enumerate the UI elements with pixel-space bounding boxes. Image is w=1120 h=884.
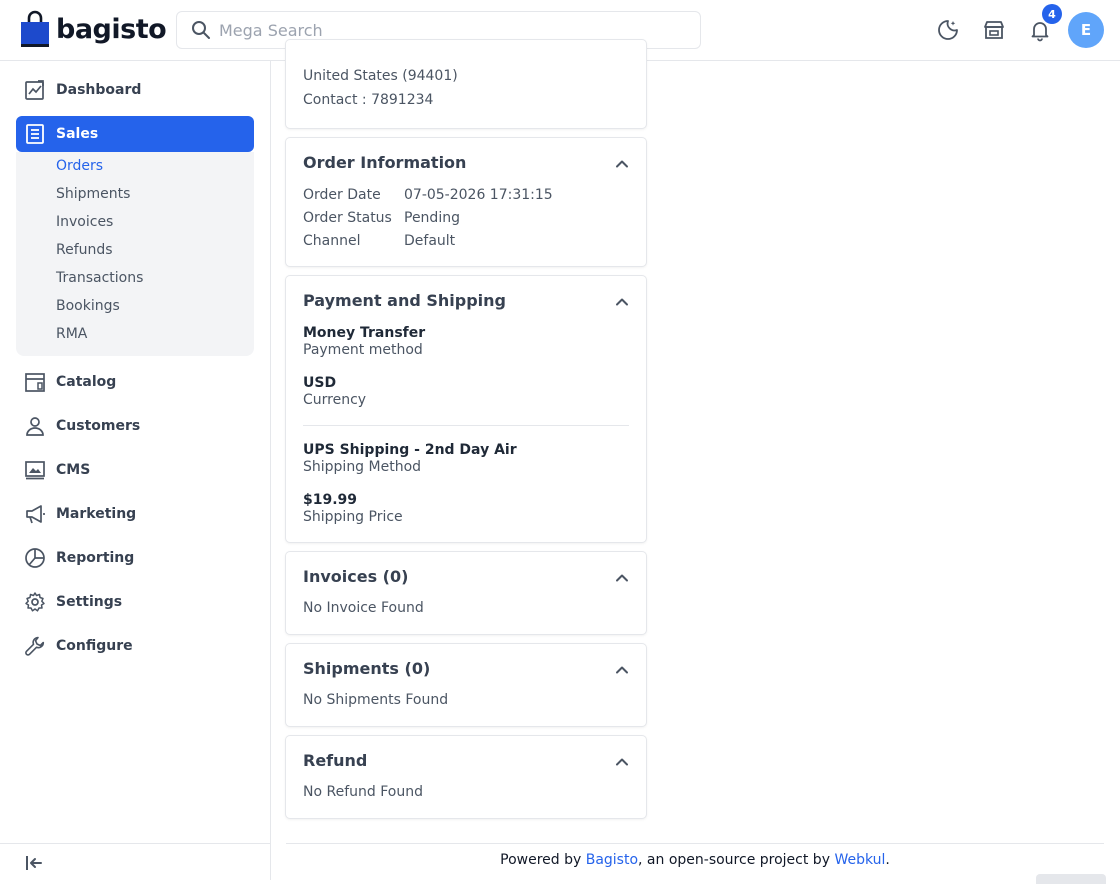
submenu-rma[interactable]: RMA bbox=[56, 326, 87, 342]
chevron-up-icon[interactable] bbox=[614, 754, 630, 770]
corner-tab bbox=[1036, 874, 1106, 884]
channel-label: Channel bbox=[303, 233, 361, 249]
payment-method-value: Money Transfer bbox=[303, 325, 426, 341]
sidebar: Dashboard Orders Shipments Invoices Refu… bbox=[0, 61, 271, 880]
sidebar-item-catalog[interactable]: Catalog bbox=[16, 364, 254, 400]
dashboard-icon bbox=[25, 80, 44, 100]
order-status-value: Pending bbox=[404, 210, 460, 226]
refund-card: Refund No Refund Found bbox=[286, 736, 646, 818]
submenu-bookings[interactable]: Bookings bbox=[56, 298, 120, 314]
shipping-method-label: Shipping Method bbox=[303, 459, 422, 475]
refund-empty-text: No Refund Found bbox=[303, 784, 423, 800]
sidebar-item-marketing[interactable]: Marketing bbox=[16, 496, 254, 532]
sidebar-item-settings[interactable]: Settings bbox=[16, 584, 254, 620]
wrench-icon bbox=[25, 636, 45, 656]
payment-shipping-card: Payment and Shipping Money Transfer Paym… bbox=[286, 276, 646, 542]
address-card: United States (94401) Contact : 7891234 bbox=[286, 40, 646, 128]
sidebar-item-reporting[interactable]: Reporting bbox=[16, 540, 254, 576]
channel-value: Default bbox=[404, 233, 456, 249]
shipping-method-value: UPS Shipping - 2nd Day Air bbox=[303, 442, 517, 458]
search-input[interactable] bbox=[219, 20, 689, 40]
footer: Powered by Bagisto, an open-source proje… bbox=[286, 852, 1104, 868]
notification-count-badge: 4 bbox=[1042, 4, 1062, 24]
submenu-shipments[interactable]: Shipments bbox=[56, 186, 130, 202]
brand-name: bagisto bbox=[56, 13, 167, 45]
card-title: Refund bbox=[303, 751, 368, 770]
submenu-transactions[interactable]: Transactions bbox=[56, 270, 143, 286]
footer-middle: , an open-source project by bbox=[638, 852, 835, 868]
sidebar-item-label: Customers bbox=[56, 418, 141, 434]
order-status-label: Order Status bbox=[303, 210, 392, 226]
sales-submenu: Orders Shipments Invoices Refunds Transa… bbox=[16, 152, 254, 356]
address-contact: Contact : 7891234 bbox=[303, 92, 434, 108]
sidebar-item-label: Settings bbox=[56, 594, 123, 610]
submenu-orders[interactable]: Orders bbox=[56, 158, 103, 174]
card-title: Payment and Shipping bbox=[303, 291, 507, 310]
sales-icon bbox=[26, 124, 44, 144]
chevron-up-icon[interactable] bbox=[614, 570, 630, 586]
sidebar-item-dashboard[interactable]: Dashboard bbox=[16, 72, 254, 108]
order-date-value: 07-05-2026 17:31:15 bbox=[404, 187, 553, 203]
sidebar-divider bbox=[0, 843, 271, 844]
sidebar-item-label: Reporting bbox=[56, 550, 135, 566]
search-icon bbox=[192, 21, 210, 39]
sidebar-item-label: Marketing bbox=[56, 506, 137, 522]
storefront-icon[interactable] bbox=[982, 18, 1006, 42]
card-title: Order Information bbox=[303, 153, 467, 172]
chevron-up-icon[interactable] bbox=[614, 662, 630, 678]
dark-mode-icon[interactable] bbox=[936, 18, 960, 42]
footer-suffix: . bbox=[885, 852, 890, 868]
shipments-empty-text: No Shipments Found bbox=[303, 692, 449, 708]
shipping-price-value: $19.99 bbox=[303, 492, 358, 508]
shipments-card: Shipments (0) No Shipments Found bbox=[286, 644, 646, 726]
address-country: United States (94401) bbox=[303, 68, 458, 84]
bagisto-link[interactable]: Bagisto bbox=[586, 852, 638, 868]
shipping-price-label: Shipping Price bbox=[303, 509, 403, 525]
payment-method-label: Payment method bbox=[303, 342, 423, 358]
catalog-icon bbox=[25, 373, 45, 392]
gear-icon bbox=[25, 592, 45, 612]
sidebar-item-label: CMS bbox=[56, 462, 91, 478]
sidebar-item-label: Sales bbox=[56, 126, 99, 142]
chevron-up-icon[interactable] bbox=[614, 294, 630, 310]
submenu-invoices[interactable]: Invoices bbox=[56, 214, 113, 230]
sidebar-item-customers[interactable]: Customers bbox=[16, 408, 254, 444]
cms-icon bbox=[25, 461, 45, 480]
megaphone-icon bbox=[26, 505, 45, 524]
submenu-refunds[interactable]: Refunds bbox=[56, 242, 113, 258]
user-avatar[interactable]: E bbox=[1068, 12, 1104, 48]
sidebar-item-label: Configure bbox=[56, 638, 133, 654]
sidebar-item-label: Catalog bbox=[56, 374, 117, 390]
pie-chart-icon bbox=[25, 548, 45, 568]
order-information-card: Order Information Order Date 07-05-2026 … bbox=[286, 138, 646, 266]
sidebar-item-cms[interactable]: CMS bbox=[16, 452, 254, 488]
card-title: Invoices (0) bbox=[303, 567, 409, 586]
shopping-bag-icon bbox=[21, 10, 49, 47]
invoices-card: Invoices (0) No Invoice Found bbox=[286, 552, 646, 634]
sidebar-item-configure[interactable]: Configure bbox=[16, 628, 254, 664]
collapse-sidebar-icon[interactable] bbox=[24, 853, 44, 873]
section-divider bbox=[303, 425, 629, 426]
card-title: Shipments (0) bbox=[303, 659, 431, 678]
footer-divider bbox=[286, 843, 1104, 844]
chevron-up-icon[interactable] bbox=[614, 156, 630, 172]
order-date-label: Order Date bbox=[303, 187, 381, 203]
brand-logo[interactable]: bagisto bbox=[20, 10, 167, 48]
sidebar-item-sales[interactable]: Sales bbox=[16, 116, 254, 152]
footer-prefix: Powered by bbox=[500, 852, 586, 868]
currency-value: USD bbox=[303, 375, 337, 391]
customers-icon bbox=[26, 417, 44, 436]
sidebar-item-label: Dashboard bbox=[56, 82, 142, 98]
invoices-empty-text: No Invoice Found bbox=[303, 600, 424, 616]
webkul-link[interactable]: Webkul bbox=[834, 852, 885, 868]
currency-label: Currency bbox=[303, 392, 367, 408]
